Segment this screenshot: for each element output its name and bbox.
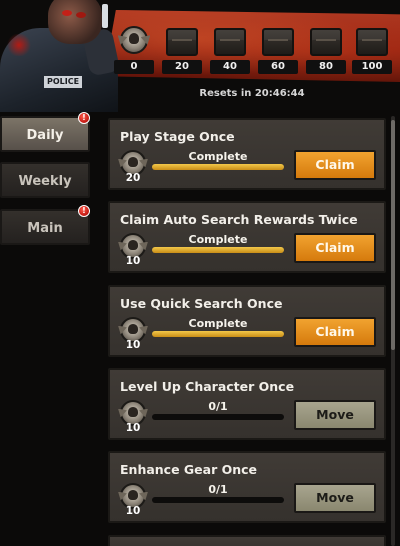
progress-bar [152,414,284,420]
milestone-value: 80 [306,60,346,74]
quest-card: Enhance Gear Once 10 0/1 Move [108,451,386,523]
alert-dot-icon: ! [78,205,90,217]
claim-button[interactable]: Claim [294,233,376,263]
tab-daily[interactable]: Daily ! [0,112,90,152]
progress-bar [152,331,284,337]
police-badge: POLICE [44,76,82,88]
tab-label: Weekly [18,174,72,189]
claim-button[interactable]: Claim [294,150,376,180]
alert-dot-icon: ! [78,112,90,124]
quest-card-partial [108,535,386,546]
quest-reward: 10 [125,505,141,517]
quest-title: Enhance Gear Once [120,462,258,477]
progress-bar [152,247,284,253]
skull-medal-icon [117,26,151,54]
quest-card: Claim Auto Search Rewards Twice 10 Compl… [108,201,386,273]
milestone-value: 20 [162,60,202,74]
reset-timer: Resets in 20:46:44 [199,88,305,99]
quest-card: Use Quick Search Once 10 Complete Claim [108,285,386,357]
quest-title: Claim Auto Search Rewards Twice [120,212,358,227]
quest-reward: 10 [125,422,141,434]
tab-label: Main [27,221,63,236]
quest-reward: 10 [125,255,141,267]
quest-card: Level Up Character Once 10 0/1 Move [108,368,386,440]
milestone-chest-100[interactable]: 100 [352,24,392,78]
hero-head [48,0,102,44]
move-button[interactable]: Move [294,483,376,513]
milestone-value: 40 [210,60,250,74]
milestone-0[interactable]: 0 [114,24,154,78]
tab-weekly[interactable]: Weekly [0,162,90,198]
milestone-value: 100 [352,60,392,74]
knife-icon [102,4,108,28]
milestone-chest-80[interactable]: 80 [306,24,346,78]
chest-icon [214,28,246,56]
progress-text: Complete [188,233,248,246]
chest-icon [310,28,342,56]
milestone-row: 0 20 40 60 80 100 [114,24,394,80]
progress-bar [152,164,284,170]
event-banner: POLICE 0 20 40 60 80 100 Resets in 20:46… [0,0,400,112]
milestone-value: 0 [114,60,154,74]
hero-portrait: POLICE [0,0,120,112]
milestone-chest-40[interactable]: 40 [210,24,250,78]
progress-text: Complete [188,317,248,330]
quest-title: Use Quick Search Once [120,296,283,311]
claim-button[interactable]: Claim [294,317,376,347]
milestone-chest-20[interactable]: 20 [162,24,202,78]
quest-title: Play Stage Once [120,129,235,144]
quest-reward: 10 [125,339,141,351]
progress-text: 0/1 [208,400,228,413]
chest-icon [166,28,198,56]
quest-card: Play Stage Once 20 Complete Claim [108,118,386,190]
progress-text: 0/1 [208,483,228,496]
chest-icon [356,28,388,56]
milestone-value: 60 [258,60,298,74]
move-button[interactable]: Move [294,400,376,430]
progress-bar [152,497,284,503]
milestone-chest-60[interactable]: 60 [258,24,298,78]
chest-icon [262,28,294,56]
tab-main[interactable]: Main ! [0,205,90,245]
progress-text: Complete [188,150,248,163]
quest-reward: 20 [125,172,141,184]
tab-label: Daily [26,128,64,143]
scrollbar-thumb[interactable] [391,120,395,350]
quest-title: Level Up Character Once [120,379,295,394]
